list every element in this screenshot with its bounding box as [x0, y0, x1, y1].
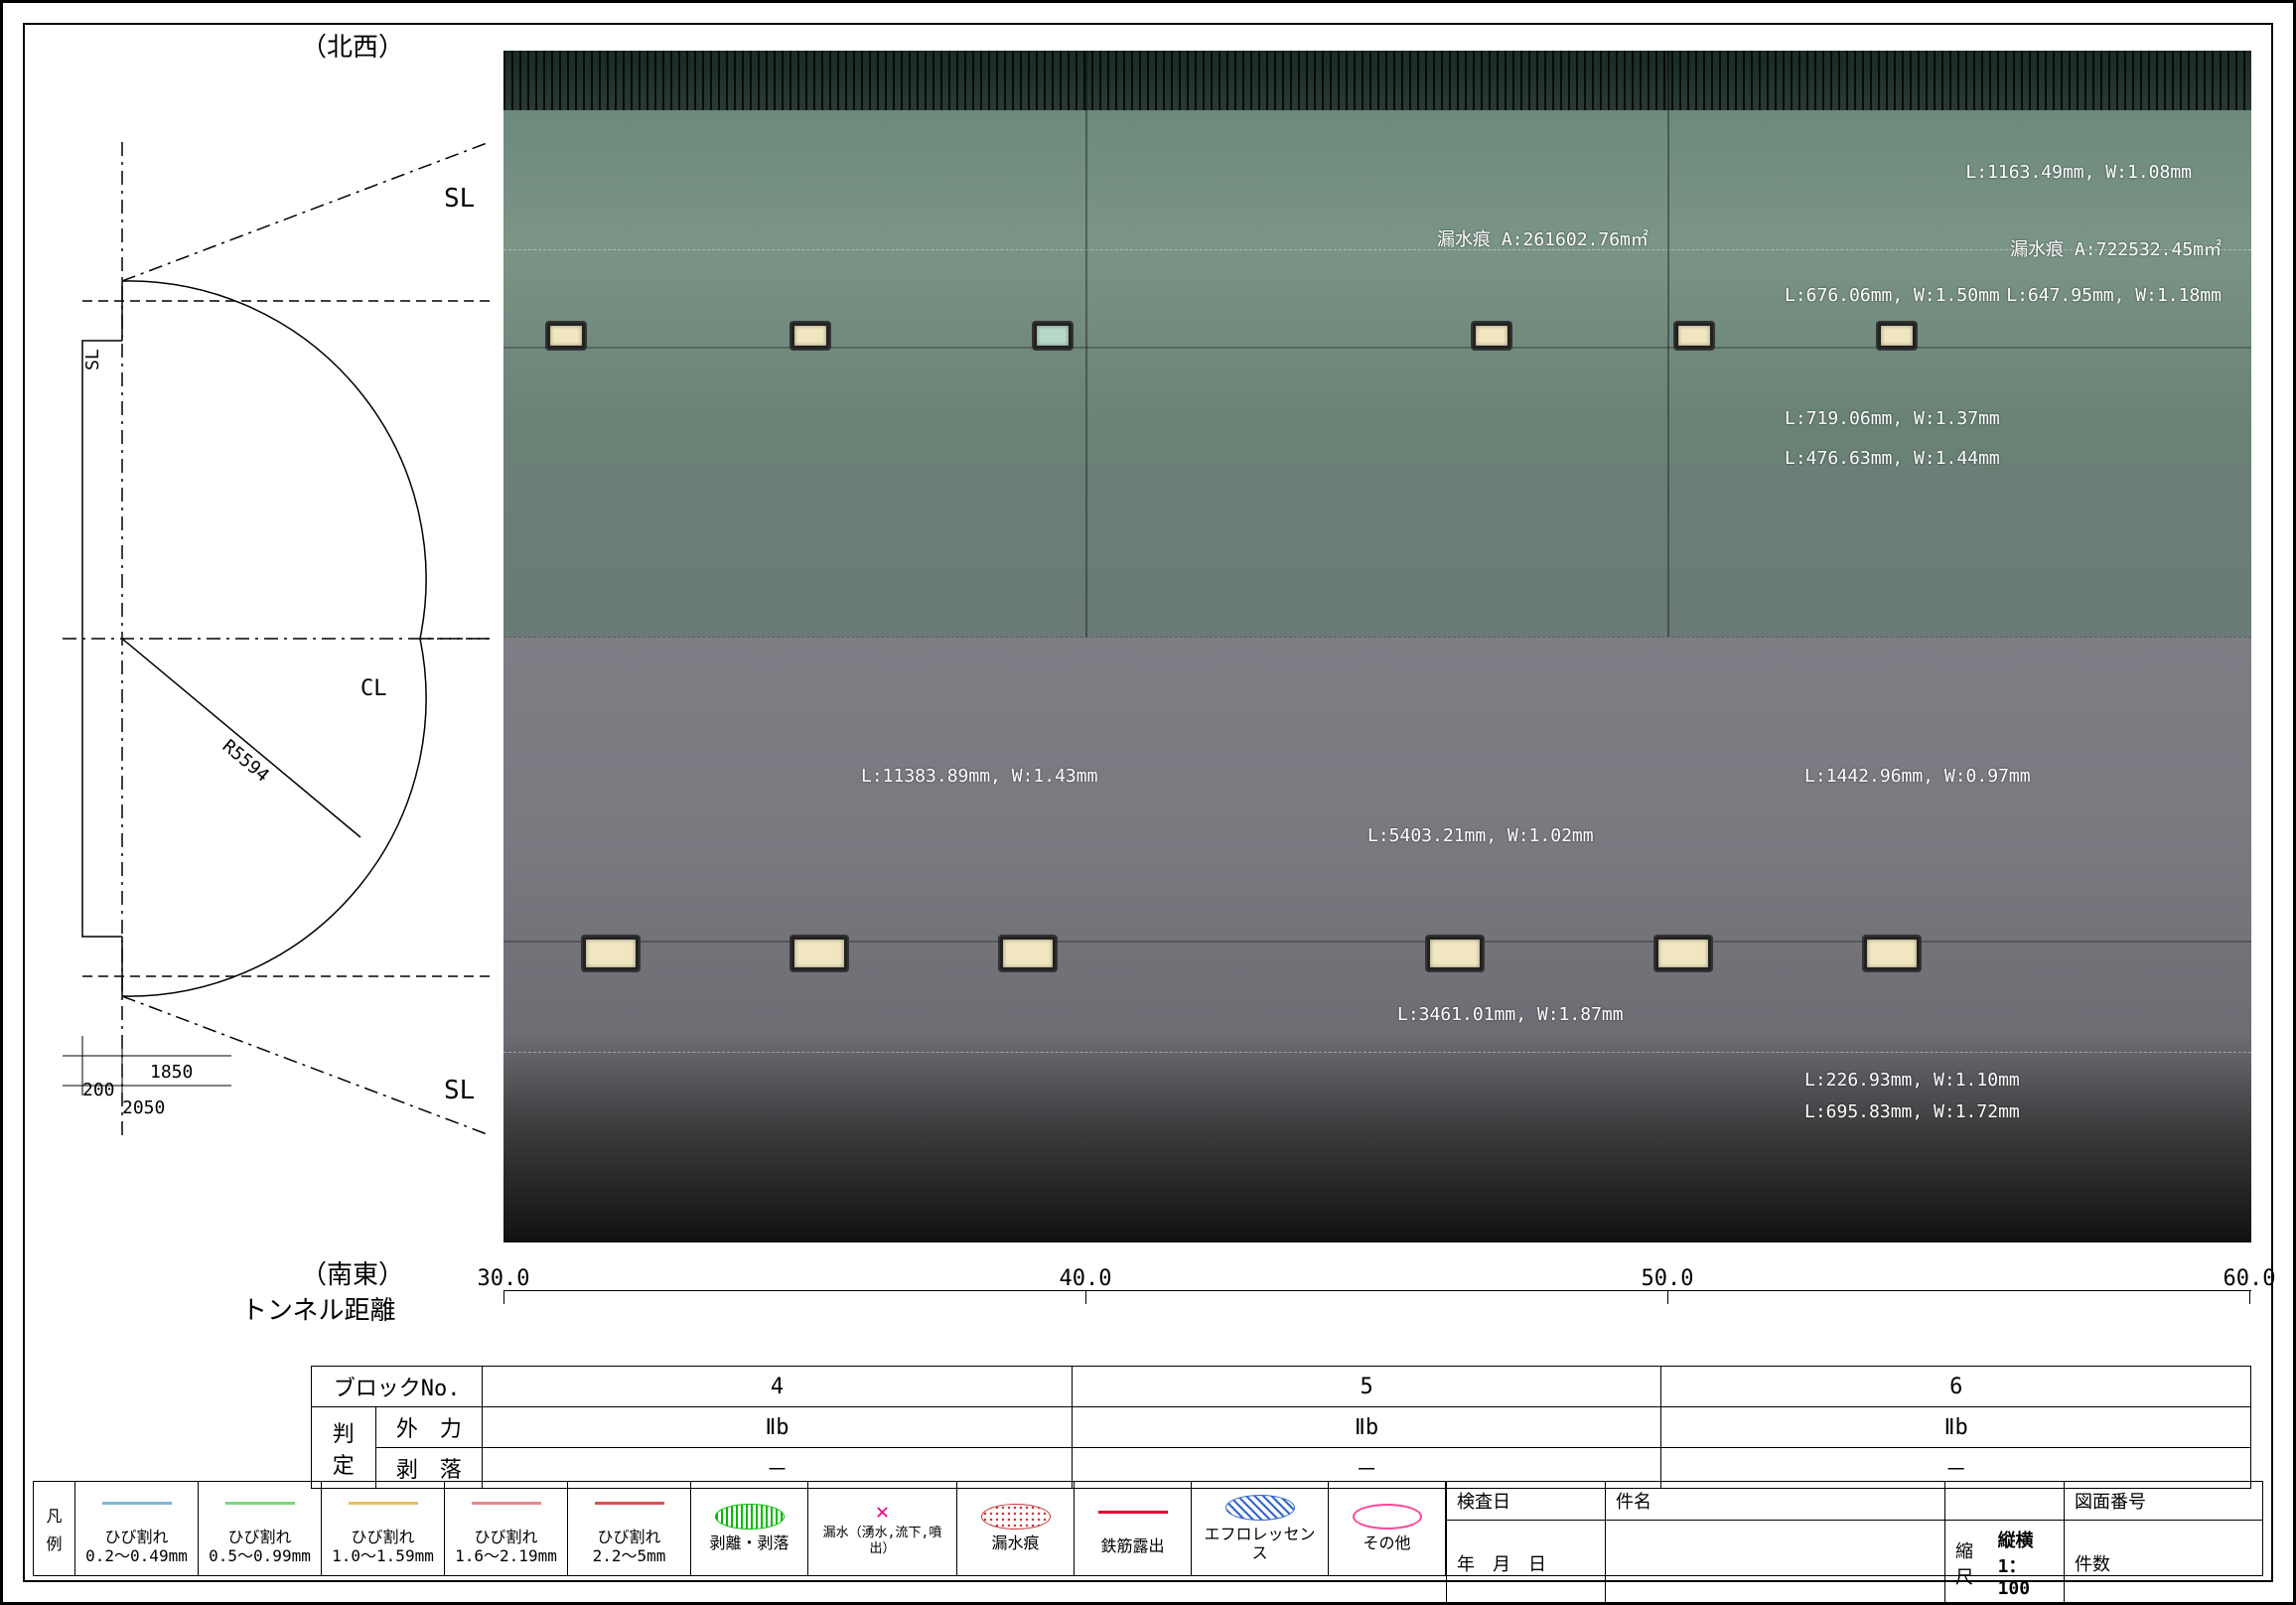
anno-7: L:476.63mm, W:1.44mm [1785, 448, 2000, 469]
drawing-sheet: （北西） （南東） SL SL CL トンネル距離 [0, 0, 2296, 1605]
lamp-l5 [1655, 937, 1711, 970]
legend-leak-trace: 漏水痕 [956, 1481, 1074, 1576]
legend-crack-4: ひび割れ1.6～2.19mm [444, 1481, 567, 1576]
railing-strip [503, 51, 2251, 110]
anno-9: L:5403.21mm, W:1.02mm [1367, 825, 1594, 846]
floor-strip [503, 1133, 2251, 1242]
anno-10: L:1442.96mm, W:0.97mm [1804, 766, 2031, 787]
sl-line-lower [503, 1052, 2251, 1053]
anno-12: L:226.93mm, W:1.10mm [1804, 1070, 2020, 1091]
inspection-date-label: 検査日 [1446, 1482, 1605, 1521]
radius-text: R5594 [218, 736, 273, 787]
blockno-header: ブロックNo. [312, 1367, 483, 1407]
cross-section-diagram: R5594 SL [63, 142, 490, 1135]
gairyoku-5: Ⅱb [1072, 1407, 1661, 1448]
ymd-label: 年 月 日 [1446, 1521, 1605, 1605]
legend-rebar: 鉄筋露出 [1074, 1481, 1191, 1576]
legend-crack-2: ひび割れ0.5～0.99mm [198, 1481, 321, 1576]
anno-13: L:695.83mm, W:1.72mm [1804, 1101, 2020, 1122]
legend-other: その他 [1328, 1481, 1445, 1576]
anno-1: L:1163.49mm, W:1.08mm [1965, 162, 2192, 183]
lamp-u4 [1473, 323, 1510, 349]
anno-11: L:3461.01mm, W:1.87mm [1397, 1004, 1624, 1025]
distance-axis: 30.0 40.0 50.0 60.0 [503, 1266, 2251, 1322]
sheets-label: 件数 [2064, 1521, 2262, 1605]
lamp-u5 [1675, 323, 1713, 349]
lamp-l1 [583, 937, 639, 970]
dim-1850: 1850 [150, 1062, 193, 1083]
lamp-u6 [1878, 323, 1916, 349]
direction-nw: （北西） [301, 27, 404, 64]
legend-crack-3: ひび割れ1.0～1.59mm [321, 1481, 444, 1576]
cross-section-svg: R5594 SL [63, 142, 490, 1135]
legend-crack-5: ひび割れ2.2～5mm [567, 1481, 690, 1576]
anno-8: L:11383.89mm, W:1.43mm [861, 766, 1097, 787]
legend-efflorescence: エフロレッセンス [1191, 1481, 1328, 1576]
anno-5: L:647.95mm, W:1.18mm [2006, 285, 2222, 306]
gairyoku-4: Ⅱb [483, 1407, 1073, 1448]
legend-strip: 凡例 ひび割れ0.2～0.49mm ひび割れ0.5～0.99mm ひび割れ1.0… [33, 1481, 2263, 1576]
tick-60: 60.0 [2224, 1266, 2276, 1291]
lamp-l6 [1864, 937, 1920, 970]
anno-3: 漏水痕 A:722532.45m㎡ [2010, 235, 2222, 261]
legend-spalling: 剥離・剥落 [690, 1481, 807, 1576]
legend-crack-1: ひび割れ0.2～0.49mm [74, 1481, 198, 1576]
lamp-u2 [791, 323, 829, 349]
seam-lower [503, 941, 2251, 943]
scale-label: 縮尺 縦横1：100 [1944, 1521, 2064, 1605]
title-block: 検査日 件名 図面番号 年 月 日 縮尺 縦横1：100 件数 [1445, 1481, 2263, 1576]
sl-line-upper [503, 249, 2251, 250]
block-6: 6 [1661, 1367, 2251, 1407]
tick-40: 40.0 [1060, 1266, 1112, 1291]
tunnel-image-panel: L:1163.49mm, W:1.08mm 漏水痕 A:261602.76m㎡ … [503, 51, 2251, 1242]
legend-leak-active: ✕ 漏水（湧水,流下,噴出） [807, 1481, 956, 1576]
upper-wall: L:1163.49mm, W:1.08mm 漏水痕 A:261602.76m㎡ … [503, 110, 2251, 637]
dim-200: 200 [82, 1080, 115, 1100]
anno-2: 漏水痕 A:261602.76m㎡ [1437, 225, 1649, 251]
block-5: 5 [1072, 1367, 1661, 1407]
block-4: 4 [483, 1367, 1073, 1407]
tunnel-distance-label: トンネル距離 [241, 1290, 395, 1327]
lamp-l3 [1000, 937, 1056, 970]
tick-50: 50.0 [1642, 1266, 1694, 1291]
dim-2050: 2050 [122, 1097, 165, 1118]
cl-line [503, 637, 2251, 638]
lamp-l2 [791, 937, 847, 970]
drawing-no-label: 図面番号 [2064, 1482, 2262, 1521]
gairyoku-header: 外 力 [375, 1407, 483, 1448]
lower-wall: L:11383.89mm, W:1.43mm L:5403.21mm, W:1.… [503, 637, 2251, 1133]
anno-4: L:676.06mm, W:1.50mm [1785, 285, 2000, 306]
lamp-l4 [1427, 937, 1483, 970]
sl-vert: SL [82, 349, 103, 370]
hantei-header: 判定 [312, 1407, 376, 1489]
gairyoku-6: Ⅱb [1661, 1407, 2251, 1448]
project-name-label: 件名 [1605, 1482, 1944, 1521]
legend-header: 凡例 [33, 1481, 74, 1576]
seam-upper [503, 347, 2251, 349]
block-table: ブロックNo. 4 5 6 判定 外 力 Ⅱb Ⅱb Ⅱb 剥 落 － － － [311, 1366, 2251, 1489]
lamp-u1 [547, 323, 585, 349]
anno-6: L:719.06mm, W:1.37mm [1785, 408, 2000, 429]
lamp-u3 [1034, 323, 1072, 349]
tick-30: 30.0 [478, 1266, 530, 1291]
direction-se: （南東） [301, 1254, 404, 1291]
